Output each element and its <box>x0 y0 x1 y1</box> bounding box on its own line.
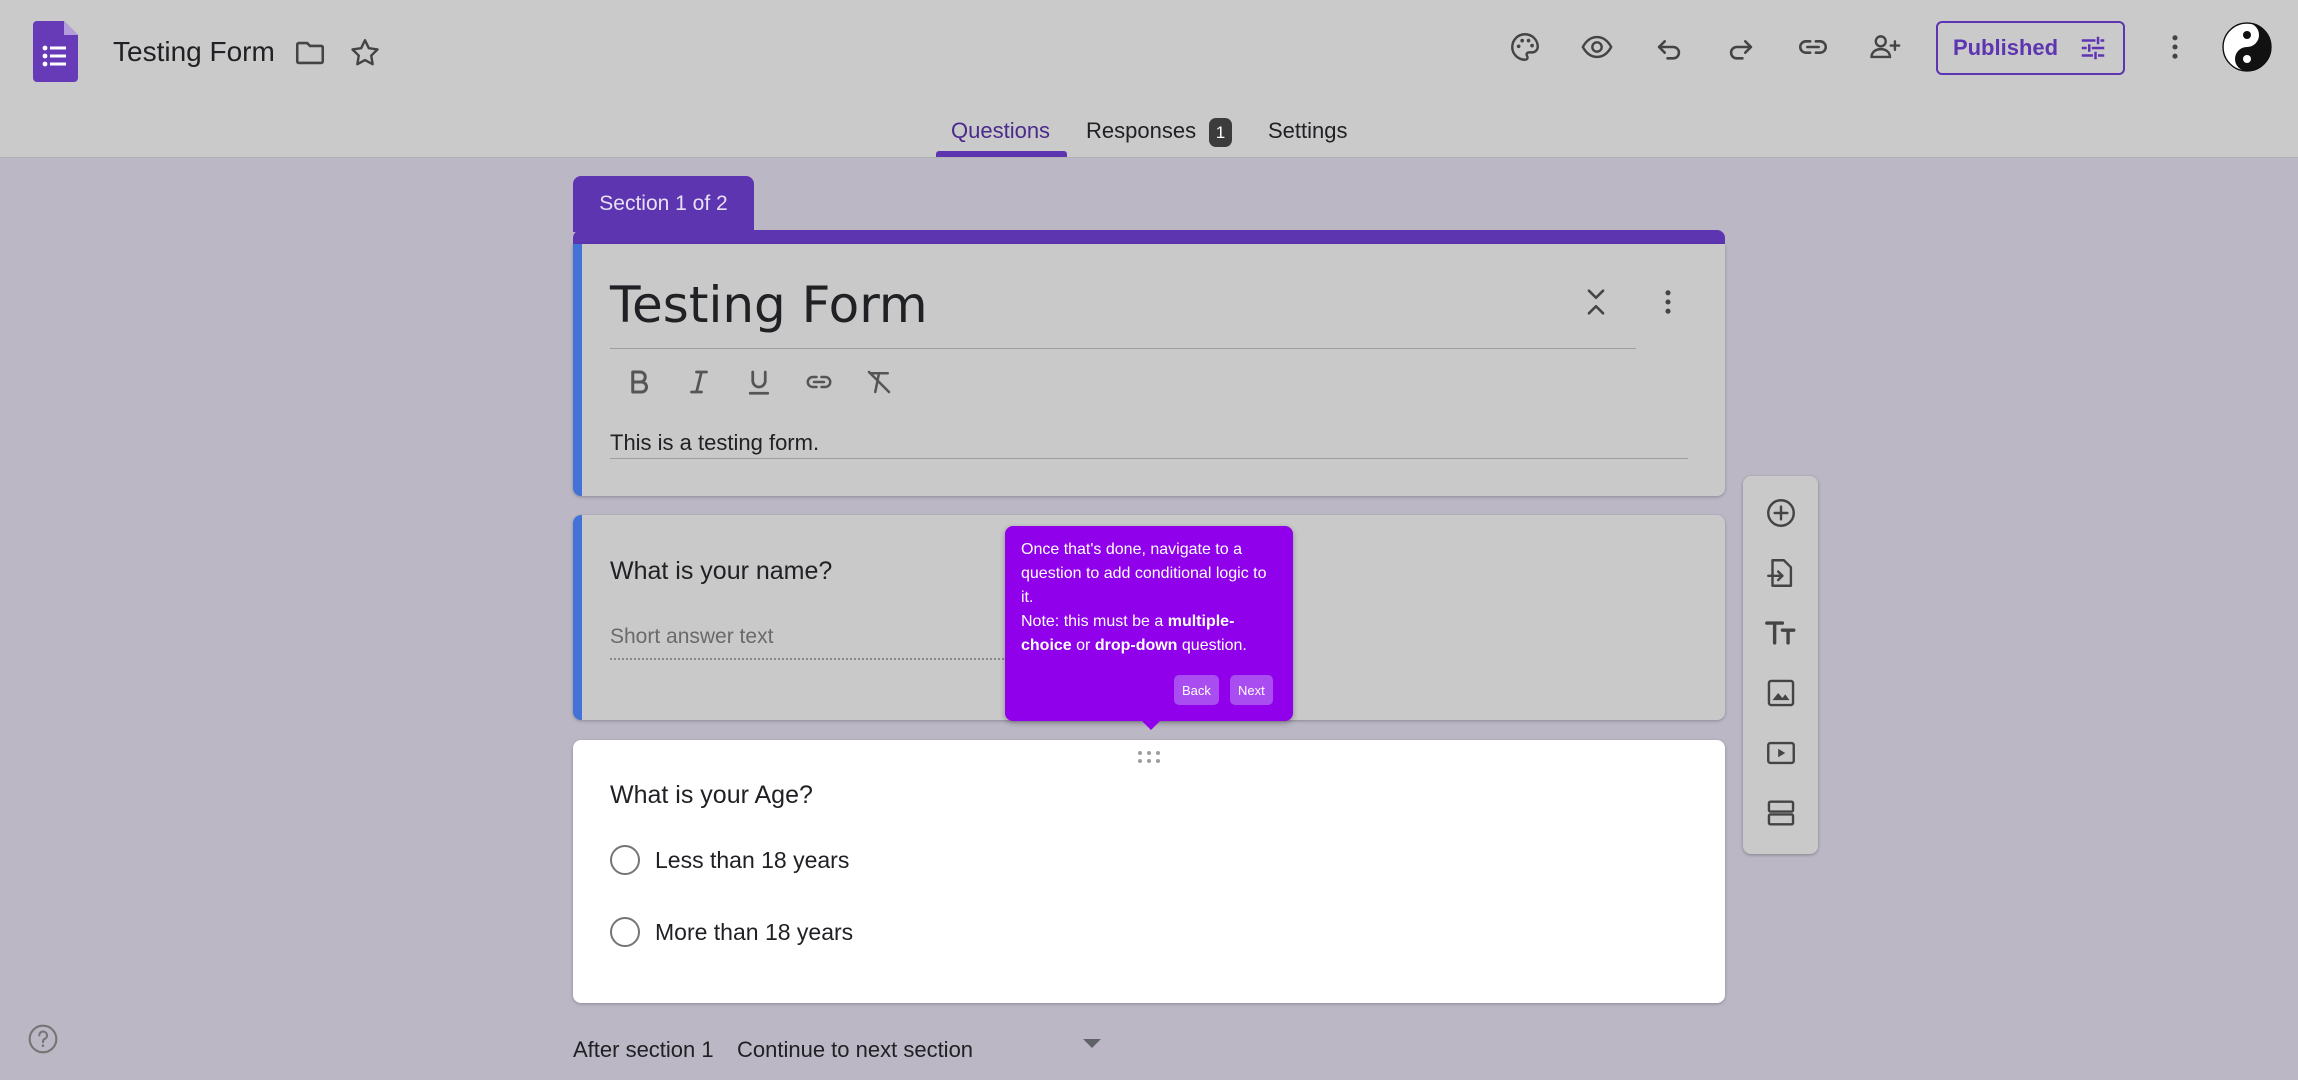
radio-option[interactable]: More than 18 years <box>610 917 853 947</box>
tooltip-line: Once that's done, navigate to a question… <box>1021 541 1267 606</box>
folder-icon[interactable] <box>287 30 333 76</box>
forms-logo-icon[interactable] <box>33 21 78 82</box>
question-card-age[interactable]: What is your Age? Less than 18 years Mor… <box>573 740 1725 1003</box>
tooltip-text: Once that's done, navigate to a question… <box>1021 538 1283 658</box>
palette-icon[interactable] <box>1502 24 1548 70</box>
title-underline <box>610 348 1636 349</box>
published-settings-icon <box>2081 36 2105 60</box>
tab-settings[interactable]: Settings <box>1268 118 1348 160</box>
after-section-value: Continue to next section <box>737 1037 974 1062</box>
more-vert-icon[interactable] <box>2152 24 2198 70</box>
tooltip-bold-drop-down: drop-down <box>1094 637 1178 654</box>
insert-link-icon[interactable] <box>799 362 839 402</box>
section-color-bar <box>573 230 1725 244</box>
link-icon[interactable] <box>1790 24 1836 70</box>
tooltip-back-button[interactable]: Back <box>1174 675 1219 705</box>
radio-button[interactable] <box>610 845 640 875</box>
top-app-bar: Testing Form Published Questions Respons… <box>0 0 2298 158</box>
focus-accent <box>573 515 582 720</box>
tooltip-note-suffix: question. <box>1177 637 1247 654</box>
floating-toolbar <box>1743 476 1818 854</box>
radio-option[interactable]: Less than 18 years <box>610 845 849 875</box>
star-icon[interactable] <box>342 30 388 76</box>
dropdown-arrow-icon <box>1083 1039 1101 1048</box>
bold-icon[interactable] <box>619 362 659 402</box>
option-label: Less than 18 years <box>655 846 850 873</box>
option-label: More than 18 years <box>655 918 854 945</box>
add-section-icon[interactable] <box>1758 790 1804 836</box>
responses-count-badge: 1 <box>1209 118 1232 147</box>
published-label: Published <box>1952 35 2059 60</box>
import-questions-icon[interactable] <box>1758 550 1804 596</box>
drag-handle-icon[interactable] <box>1137 750 1161 764</box>
short-answer-placeholder: Short answer text <box>610 625 774 648</box>
radio-button[interactable] <box>610 917 640 947</box>
onboarding-tooltip: Once that's done, navigate to a question… <box>1005 526 1293 730</box>
add-question-icon[interactable] <box>1758 490 1804 536</box>
section-more-vert-icon[interactable] <box>1645 279 1691 325</box>
published-button[interactable]: Published <box>1936 21 2125 75</box>
tab-bar: Questions Responses Settings <box>0 116 2298 158</box>
collapse-section-icon[interactable] <box>1573 279 1619 325</box>
tooltip-note-middle: or <box>1071 637 1095 654</box>
tooltip-next-button[interactable]: Next <box>1230 675 1273 705</box>
add-video-icon[interactable] <box>1758 730 1804 776</box>
after-section-dropdown[interactable]: Continue to next section <box>737 1030 1101 1066</box>
short-answer-underline <box>610 658 1040 660</box>
form-title-card[interactable]: Testing Form This is a testing form. <box>573 244 1725 496</box>
form-description[interactable]: This is a testing form. <box>610 430 819 456</box>
tooltip-note-prefix: Note: this must be a <box>1021 613 1168 630</box>
add-collaborator-icon[interactable] <box>1862 24 1908 70</box>
form-title[interactable]: Testing Form <box>610 276 928 334</box>
question-title[interactable]: What is your name? <box>610 557 832 586</box>
tab-responses[interactable]: Responses <box>1086 118 1196 160</box>
add-image-icon[interactable] <box>1758 670 1804 716</box>
section-tag: Section 1 of 2 <box>573 176 754 232</box>
description-underline <box>610 458 1688 459</box>
after-section-label: After section 1 <box>573 1037 714 1062</box>
undo-icon[interactable] <box>1646 24 1692 70</box>
italic-icon[interactable] <box>679 362 719 402</box>
preview-eye-icon[interactable] <box>1574 24 1620 70</box>
focus-accent <box>573 244 582 496</box>
avatar-yin-yang-icon[interactable] <box>2222 22 2272 72</box>
active-tab-indicator <box>936 151 1067 157</box>
add-title-icon[interactable] <box>1758 610 1804 656</box>
document-title[interactable]: Testing Form <box>113 36 275 68</box>
tooltip-arrow <box>1141 720 1161 730</box>
question-title[interactable]: What is your Age? <box>610 781 813 810</box>
clear-format-icon[interactable] <box>859 362 899 402</box>
help-icon[interactable] <box>27 1023 59 1055</box>
redo-icon[interactable] <box>1718 24 1764 70</box>
underline-icon[interactable] <box>739 362 779 402</box>
